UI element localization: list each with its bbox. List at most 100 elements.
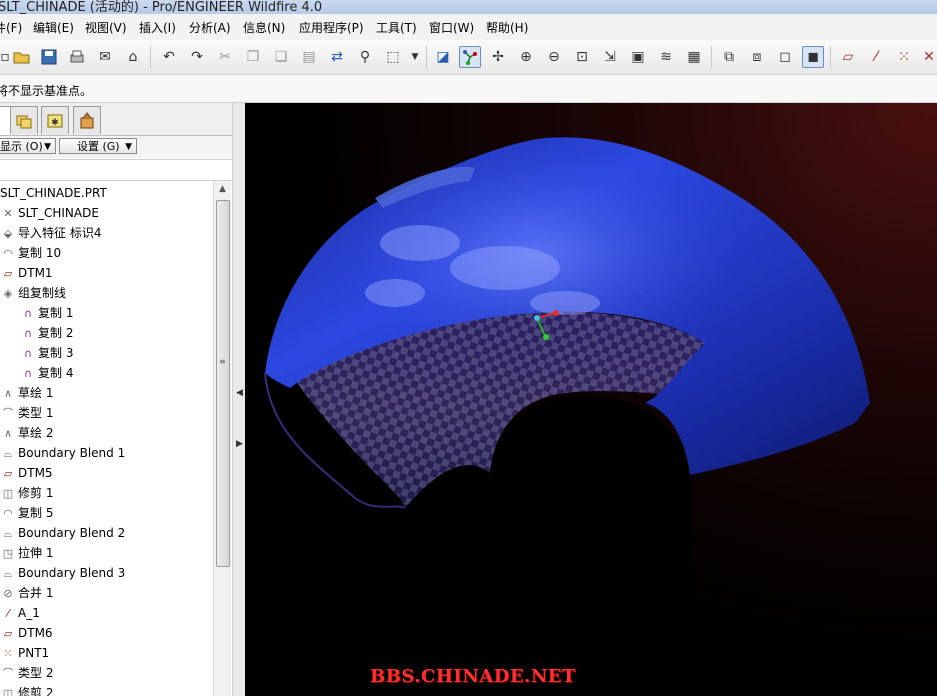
menu-tools[interactable]: 工具(T) [376,19,417,36]
tree-item[interactable]: ∧ 草绘 1 [0,383,53,403]
model-root[interactable]: SLT_CHINADE.PRT [0,183,107,203]
spin-center-icon[interactable] [459,46,481,68]
display-dropdown[interactable]: 显示 (O) ▼ [0,138,56,154]
menu-view[interactable]: 视图(V) [85,19,127,36]
save-icon[interactable] [38,46,60,68]
tree-item-label: A_1 [18,606,40,620]
tree-item[interactable]: ∩ 复制 3 [20,343,73,363]
tree-item[interactable]: ◫ 修剪 2 [0,683,54,696]
regenerate-icon[interactable]: ⇄ [326,46,348,68]
datum-point-icon: ⁙ [3,647,13,660]
send-icon[interactable]: ✉ [94,46,116,68]
graphics-window[interactable]: BBS.CHINADE.NET [245,103,937,696]
tab-favorites[interactable]: ✱ [41,106,69,134]
repaint-icon[interactable]: ◪ [432,46,454,68]
tree-item[interactable]: ⁙ PNT1 [0,643,49,663]
tree-item[interactable]: ∧ 草绘 2 [0,423,53,443]
reorient-icon[interactable]: ⇲ [599,46,621,68]
tree-item[interactable]: ⬙ 导入特征 标识4 [0,223,102,243]
tree-item[interactable]: ▱ DTM5 [0,463,53,483]
tree-item-label: 复制 2 [38,326,74,340]
view-manager-icon[interactable]: ▦ [683,46,705,68]
toolbar: ▫ ✉ ⌂ ↶ ↷ ✂ ❐ ❏ ▤ ⇄ ⚲ ⬚ ▼ ◪ ✢ ⊕ ⊖ ⊡ ⇲ ▣ … [0,40,937,75]
tree-item[interactable]: ◫ 修剪 1 [0,483,54,503]
copy-icon[interactable]: ❐ [242,46,264,68]
tree-item[interactable]: ▱ DTM1 [0,263,53,283]
paste-icon[interactable]: ❏ [270,46,292,68]
tree-item[interactable]: ◠ 复制 10 [0,243,61,263]
chevron-down-icon: ▼ [44,142,51,152]
paste-special-icon[interactable]: ▤ [298,46,320,68]
menu-file[interactable]: 件(F) [0,19,22,36]
zoom-out-icon[interactable]: ⊖ [543,46,565,68]
panel-splitter[interactable]: ◀ ▶ [232,103,246,696]
window-title: SLT_CHINADE (活动的) - Pro/ENGINEER Wildfir… [0,0,323,14]
csys-icon: ✕ [3,207,13,220]
tree-item[interactable]: ◳ 拉伸 1 [0,543,54,563]
menu-analysis[interactable]: 分析(A) [189,19,231,36]
tree-item[interactable]: ⁄ A_1 [0,603,40,623]
tree-item-label: Boundary Blend 3 [18,566,126,580]
print-icon[interactable] [66,46,88,68]
scroll-up-icon[interactable]: ▲ [214,181,231,198]
tree-item[interactable]: ∩ 复制 1 [20,303,73,323]
tree-item[interactable]: ✕ SLT_CHINADE [0,203,99,223]
no-hidden-icon[interactable]: ◻ [774,46,796,68]
tree-item-label: 类型 2 [18,666,54,680]
menu-help[interactable]: 帮助(H) [486,19,528,36]
tree-item-label: 拉伸 1 [18,546,54,560]
tree-item[interactable]: ∩ 复制 4 [20,363,73,383]
orient-icon[interactable]: ✢ [487,46,509,68]
tab-connections[interactable] [73,106,101,134]
select-box-icon[interactable]: ⬚ [382,46,404,68]
expand-right-icon[interactable]: ▶ [236,439,243,449]
chevron-down-icon[interactable]: ▼ [404,46,426,68]
tree-item[interactable]: ⊘ 合并 1 [0,583,53,603]
refit-icon[interactable]: ⊡ [571,46,593,68]
tree-item[interactable]: ▱ DTM6 [0,623,53,643]
datum-axes-icon[interactable]: ⁄ [865,46,887,68]
redo-icon[interactable]: ↷ [186,46,208,68]
tree-item[interactable]: ⌓ Boundary Blend 2 [0,523,126,543]
undo-icon[interactable]: ↶ [158,46,180,68]
find-icon[interactable]: ⚲ [354,46,376,68]
menu-insert[interactable]: 插入(I) [139,19,176,36]
tree-item[interactable]: ◈ 组复制线 [0,283,66,303]
datum-points-icon[interactable]: ⁙ [893,46,915,68]
model-tree: ✕ SLT_CHINADE ⬙ 导入特征 标识4 ◠ 复制 10 ▱ DTM1 ◈ 组复制线 ∩ 复制… [0,203,212,696]
tree-item[interactable]: ⌒ 类型 1 [0,403,54,423]
saved-views-icon[interactable]: ▣ [627,46,649,68]
tree-item[interactable]: ⌓ Boundary Blend 1 [0,443,126,463]
zoom-in-icon[interactable]: ⊕ [515,46,537,68]
menu-bar: 件(F) 编辑(E) 视图(V) 插入(I) 分析(A) 信息(N) 应用程序(… [0,14,937,41]
favorites-icon: ✱ [47,114,63,128]
menu-edit[interactable]: 编辑(E) [33,19,74,36]
csys-icon[interactable]: ✕ [918,46,937,68]
scroll-thumb[interactable] [216,200,230,567]
wireframe-icon[interactable]: ⧉ [718,46,740,68]
tree-item[interactable]: ◠ 复制 5 [0,503,53,523]
menu-info[interactable]: 信息(N) [243,19,285,36]
tab-folder-browser[interactable] [10,106,38,134]
watermark: BBS.CHINADE.NET [370,666,576,687]
hidden-line-icon[interactable]: ⧈ [746,46,768,68]
tree-item[interactable]: ⌓ Boundary Blend 3 [0,563,126,583]
menu-applications[interactable]: 应用程序(P) [299,19,364,36]
datum-planes-icon[interactable]: ▱ [837,46,859,68]
collapse-left-icon[interactable]: ◀ [236,388,243,398]
tree-item-label: 导入特征 标识4 [18,226,102,240]
cut-icon[interactable]: ✂ [214,46,236,68]
connections-icon [80,111,94,128]
tree-item[interactable]: ⌒ 类型 2 [0,663,54,683]
navigator-tabs: ✱ [0,103,232,136]
shading-icon[interactable]: ◼ [802,46,824,68]
tree-scrollbar[interactable]: ▲ ≡ [213,181,231,696]
layers-icon[interactable]: ≋ [655,46,677,68]
menu-window[interactable]: 窗口(W) [429,19,474,36]
mail-icon[interactable]: ⌂ [122,46,144,68]
settings-dropdown[interactable]: 设置 (G) ▼ [59,138,137,154]
message-text: 将不显示基准点。 [0,84,93,98]
tree-item[interactable]: ∩ 复制 2 [20,323,73,343]
tree-item-label: PNT1 [18,646,50,660]
open-icon[interactable] [11,46,33,68]
